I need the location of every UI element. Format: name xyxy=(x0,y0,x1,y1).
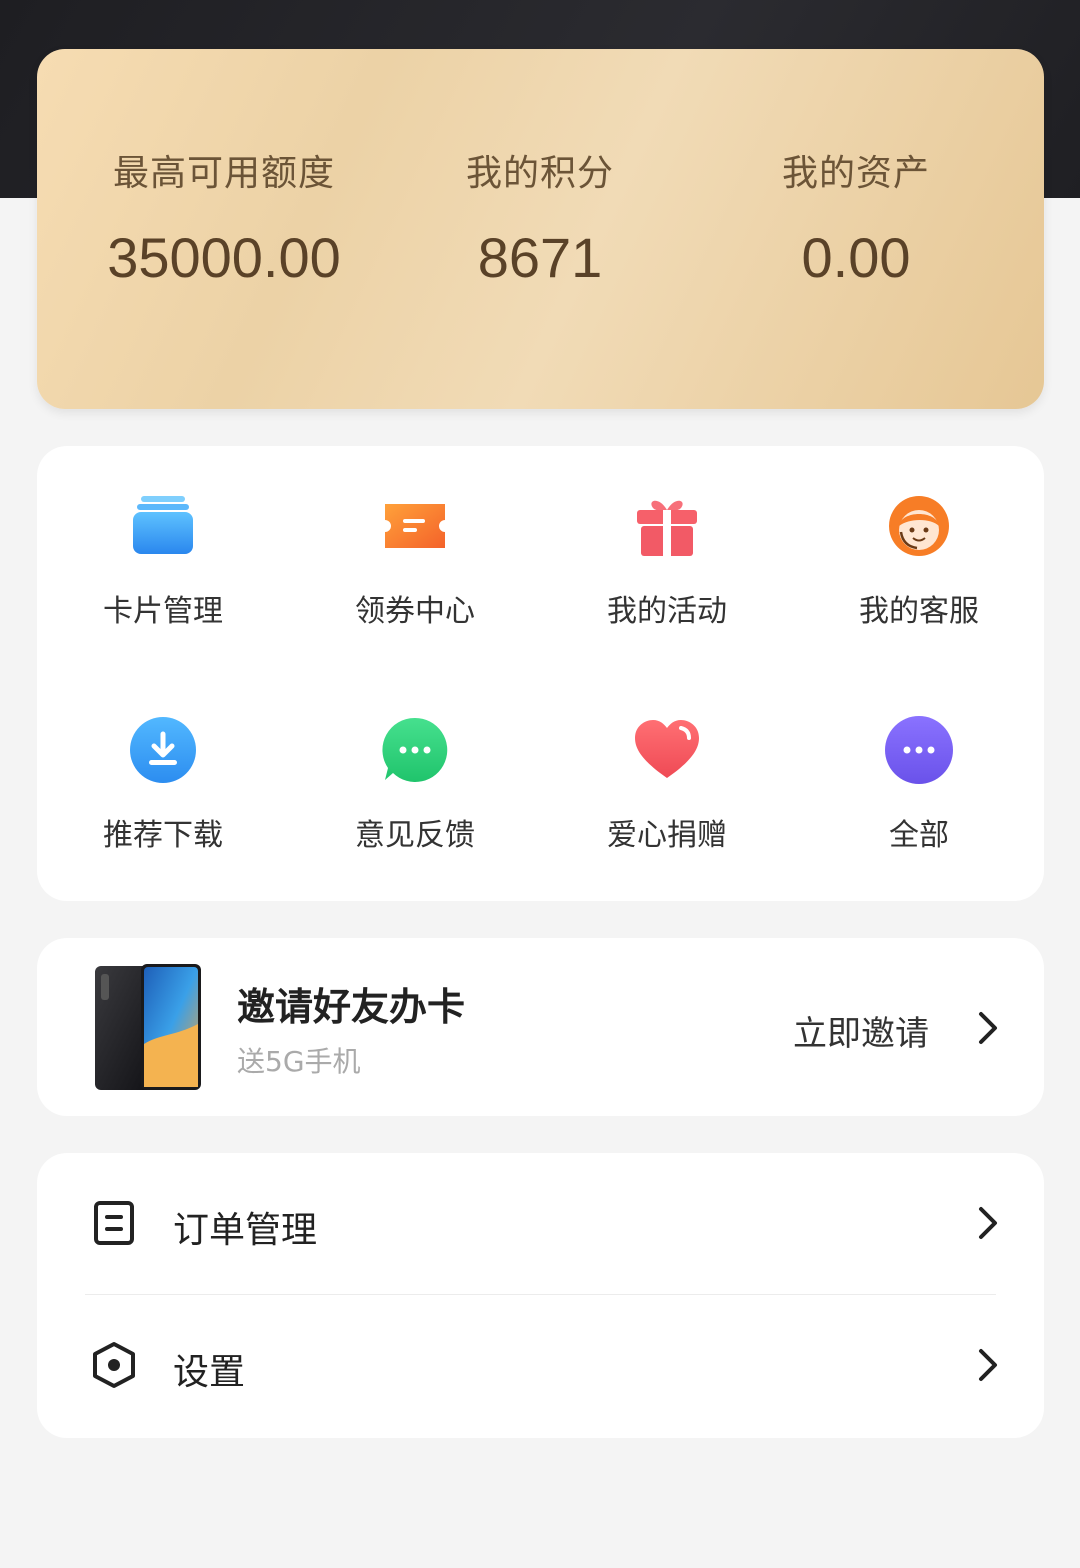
grid-item-card-management[interactable]: 卡片管理 xyxy=(37,490,289,690)
grid-item-all[interactable]: 全部 xyxy=(793,714,1045,914)
gift-icon xyxy=(637,500,697,556)
stat-label: 最高可用额度 xyxy=(112,153,335,194)
grid-item-label: 领券中心 xyxy=(355,594,475,629)
heart-icon xyxy=(635,720,699,778)
invite-title: 邀请好友办卡 xyxy=(237,985,466,1029)
invite-friends-card[interactable]: 邀请好友办卡 送5G手机 立即邀请 xyxy=(37,938,1044,1116)
grid-item-recommend-download[interactable]: 推荐下载 xyxy=(37,714,289,914)
menu-list-card: 订单管理 设置 xyxy=(37,1153,1044,1438)
more-icon xyxy=(885,716,953,784)
menu-item-label: 订单管理 xyxy=(173,1210,318,1251)
grid-item-label: 爱心捐赠 xyxy=(607,818,727,853)
phone-image xyxy=(95,964,201,1090)
menu-item-label: 设置 xyxy=(173,1352,246,1393)
grid-item-label: 推荐下载 xyxy=(103,818,223,853)
grid-item-label: 全部 xyxy=(889,818,949,853)
grid-item-label: 我的客服 xyxy=(859,594,979,629)
grid-item-coupon-center[interactable]: 领券中心 xyxy=(289,490,541,690)
stat-value: 35000.00 xyxy=(107,226,341,289)
grid-item-my-activities[interactable]: 我的活动 xyxy=(541,490,793,690)
chevron-right-icon xyxy=(979,1349,997,1381)
grid-item-feedback[interactable]: 意见反馈 xyxy=(289,714,541,914)
function-grid-card: 卡片管理 领券中心 我的活动 我的客服 推荐下载 意见反馈 爱心捐赠 全部 xyxy=(37,446,1044,901)
invite-now-button[interactable]: 立即邀请 xyxy=(793,1006,929,1055)
feedback-icon xyxy=(382,717,448,782)
stat-value: 0.00 xyxy=(801,226,911,289)
grid-item-label: 卡片管理 xyxy=(103,594,223,629)
grid-item-label: 意见反馈 xyxy=(355,818,475,853)
chevron-right-icon xyxy=(979,1207,997,1239)
chevron-right-icon xyxy=(979,1012,997,1044)
grid-item-charity-donation[interactable]: 爱心捐赠 xyxy=(541,714,793,914)
stat-label: 我的积分 xyxy=(465,153,614,194)
menu-item-order-management[interactable]: 订单管理 xyxy=(37,1153,1044,1293)
settings-icon xyxy=(93,1342,135,1388)
cards-icon xyxy=(133,496,193,554)
stat-value: 8671 xyxy=(477,226,603,289)
account-summary-card: 最高可用额度 35000.00 我的积分 8671 我的资产 0.00 xyxy=(37,49,1044,409)
order-icon xyxy=(94,1201,134,1245)
coupon-icon xyxy=(385,504,445,548)
download-icon xyxy=(130,717,196,783)
grid-item-customer-service[interactable]: 我的客服 xyxy=(793,490,1045,690)
customer-service-icon xyxy=(889,496,949,556)
menu-item-settings[interactable]: 设置 xyxy=(37,1295,1044,1435)
grid-item-label: 我的活动 xyxy=(607,594,727,629)
stat-label: 我的资产 xyxy=(781,153,930,194)
invite-subtitle: 送5G手机 xyxy=(237,1045,361,1078)
